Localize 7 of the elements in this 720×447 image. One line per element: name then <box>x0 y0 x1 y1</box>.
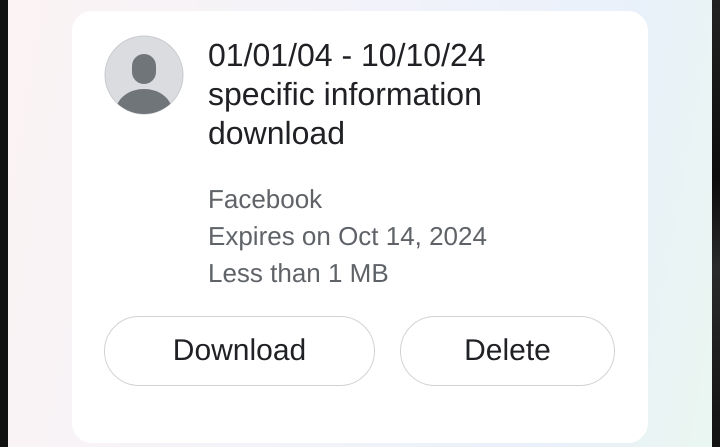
avatar-icon <box>104 35 184 115</box>
detail-text: Facebook <box>208 183 324 216</box>
detail-text: Expires on Oct 14, 2024 <box>208 220 488 253</box>
download-button[interactable]: Download <box>104 316 375 386</box>
delete-button[interactable]: Delete <box>400 316 615 386</box>
download-title: 01/01/04 - 10/10/24 specific information download <box>208 36 487 153</box>
detail-text: Less than 1 MB <box>208 257 390 290</box>
